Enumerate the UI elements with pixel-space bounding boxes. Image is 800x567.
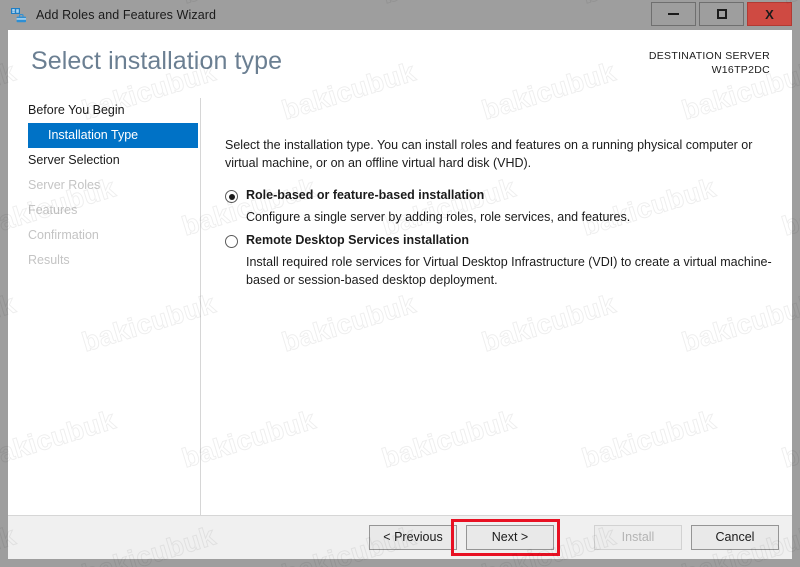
maximize-button[interactable] <box>699 2 744 26</box>
cancel-button-wrap: Cancel <box>682 525 779 550</box>
radio-icon-selected[interactable] <box>225 190 238 203</box>
cancel-button[interactable]: Cancel <box>691 525 779 550</box>
sidebar-item-server-roles: Server Roles <box>28 178 101 192</box>
option-label: Role-based or feature-based installation <box>246 188 485 202</box>
wizard-main-content: Select the installation type. You can in… <box>201 98 792 515</box>
footer-button-group: < Previous Next > Install Cancel <box>360 519 779 556</box>
option-label: Remote Desktop Services installation <box>246 233 469 247</box>
wizard-header: Select installation type DESTINATION SER… <box>8 30 792 98</box>
radio-row[interactable]: Role-based or feature-based installation… <box>225 187 783 227</box>
previous-button-wrap: < Previous <box>360 525 457 550</box>
installation-type-option-role-based[interactable]: Role-based or feature-based installation… <box>225 187 783 227</box>
destination-server-block: DESTINATION SERVER W16TP2DC <box>649 49 770 77</box>
window-title: Add Roles and Features Wizard <box>36 8 217 22</box>
wizard-footer: < Previous Next > Install Cancel <box>8 516 792 559</box>
install-button-wrap: Install <box>554 525 682 550</box>
maximize-icon <box>716 9 727 19</box>
close-button[interactable]: X <box>747 2 792 26</box>
destination-server-label: DESTINATION SERVER <box>648 50 770 62</box>
title-bar: Add Roles and Features Wizard X <box>0 0 800 30</box>
sidebar-item-server-selection[interactable]: Server Selection <box>8 148 200 173</box>
instruction-text: Select the installation type. You can in… <box>225 138 753 170</box>
option-description: Configure a single server by adding role… <box>246 210 631 224</box>
radio-row[interactable]: Remote Desktop Services installation Ins… <box>225 232 783 289</box>
sidebar-item-before-you-begin[interactable]: Before You Begin <box>8 98 200 123</box>
option-description: Install required role services for Virtu… <box>246 255 772 287</box>
minimize-icon <box>668 13 679 15</box>
next-button-highlight: Next > <box>451 519 560 556</box>
previous-button[interactable]: < Previous <box>369 525 457 550</box>
wizard-window: Add Roles and Features Wizard X Select i… <box>0 0 800 567</box>
sidebar-item-features: Features <box>28 203 78 217</box>
close-icon: X <box>765 6 774 22</box>
destination-server-name: W16TP2DC <box>711 64 770 76</box>
sidebar-item-installation-type[interactable]: Installation Type <box>28 123 198 148</box>
window-controls: X <box>648 2 792 26</box>
wizard-client-area: Select installation type DESTINATION SER… <box>8 30 792 559</box>
radio-icon-unselected[interactable] <box>225 235 238 248</box>
sidebar-item-results: Results <box>28 253 70 267</box>
next-button[interactable]: Next > <box>466 525 554 550</box>
minimize-button[interactable] <box>651 2 696 26</box>
server-manager-toolbox-icon <box>11 8 26 23</box>
wizard-step-nav: Before You Begin Installation Type Serve… <box>8 98 200 515</box>
installation-type-option-remote-desktop-services[interactable]: Remote Desktop Services installation Ins… <box>225 232 783 289</box>
sidebar-item-confirmation: Confirmation <box>28 228 99 242</box>
install-button: Install <box>594 525 682 550</box>
page-title: Select installation type <box>31 47 283 75</box>
